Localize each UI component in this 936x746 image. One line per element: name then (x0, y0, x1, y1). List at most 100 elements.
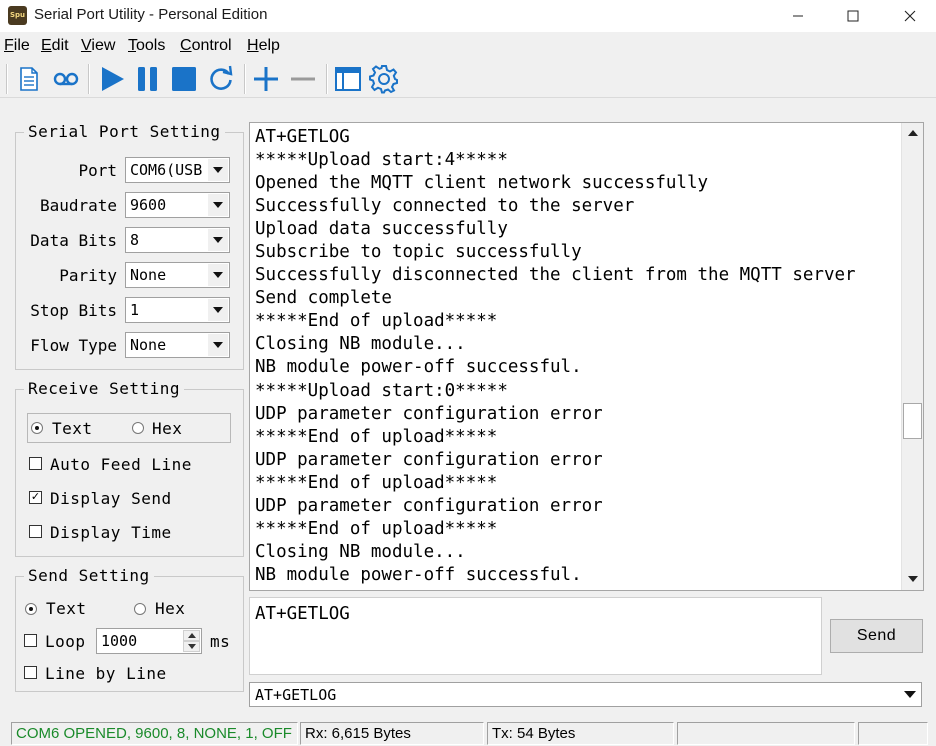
refresh-icon (210, 65, 233, 90)
close-button[interactable] (884, 0, 936, 32)
scroll-thumb[interactable] (903, 403, 922, 439)
loop-checkbox[interactable] (24, 634, 37, 647)
toolbar-separator (88, 64, 90, 94)
stepper-up-icon[interactable] (183, 630, 200, 641)
group-title: Send Setting (24, 566, 154, 585)
menu-edit[interactable]: Edit (41, 37, 69, 55)
stop-bits-select[interactable]: 1 (125, 297, 230, 323)
minus-icon (291, 77, 315, 81)
receive-log-text: AT+GETLOG *****Upload start:4***** Opened … (255, 126, 900, 587)
auto-feed-line-checkbox[interactable] (29, 457, 42, 470)
receive-log-line: UDP parameter configuration error (255, 449, 603, 470)
start-button[interactable] (96, 63, 128, 95)
send-button[interactable]: Send (830, 619, 923, 653)
loop-label[interactable]: Loop (45, 632, 86, 651)
menu-control[interactable]: Control (180, 37, 232, 55)
receive-log-line: NB module power-off successful. (255, 357, 582, 378)
menu-tools[interactable]: Tools (128, 37, 165, 55)
maximize-icon (847, 10, 859, 22)
parity-select[interactable]: None (125, 262, 230, 288)
chevron-down-icon (208, 159, 228, 181)
stop-icon (172, 67, 196, 91)
baudrate-label: Baudrate (39, 196, 117, 215)
receive-log-line: *****End of upload***** (255, 311, 498, 332)
menu-bar: File Edit View Tools Control Help (0, 32, 936, 60)
auto-feed-line-label[interactable]: Auto Feed Line (50, 455, 192, 474)
line-by-line-checkbox[interactable] (24, 666, 37, 679)
pause-button[interactable] (132, 63, 164, 95)
baudrate-select[interactable]: 9600 (125, 192, 230, 218)
add-button[interactable] (250, 63, 282, 95)
chevron-down-icon (208, 299, 228, 321)
display-time-label[interactable]: Display Time (50, 523, 172, 542)
receive-log-line: Send complete (255, 288, 392, 309)
title-bar: Spu Serial Port Utility - Personal Editi… (0, 0, 936, 32)
group-title: Receive Setting (24, 379, 184, 398)
window-title: Serial Port Utility - Personal Edition (34, 6, 268, 23)
status-rx: Rx: 6,615 Bytes (300, 722, 484, 745)
play-icon (102, 67, 124, 91)
window-button[interactable] (332, 63, 364, 95)
loop-unit-label: ms (210, 632, 231, 651)
send-hex-label[interactable]: Hex (155, 599, 185, 618)
receive-text-radio[interactable] (31, 422, 43, 434)
minimize-button[interactable] (772, 0, 824, 32)
receive-hex-radio[interactable] (132, 422, 144, 434)
send-hex-radio[interactable] (134, 603, 146, 615)
menu-help[interactable]: Help (247, 37, 280, 55)
send-text-label[interactable]: Text (46, 599, 87, 618)
port-label: Port (78, 161, 117, 180)
line-by-line-label[interactable]: Line by Line (45, 664, 167, 683)
maximize-button[interactable] (827, 0, 879, 32)
receive-log-line: Successfully disconnected the client fro… (255, 265, 856, 286)
stop-button[interactable] (168, 63, 200, 95)
send-input-text: AT+GETLOG (255, 604, 350, 624)
receive-log-line: *****End of upload***** (255, 518, 498, 539)
receive-log-line: *****Upload start:0***** (255, 380, 508, 401)
remove-button[interactable] (287, 63, 319, 95)
display-send-checkbox[interactable]: ✓ (29, 491, 42, 504)
port-select[interactable]: COM6(USB (125, 157, 230, 183)
send-history-select[interactable]: AT+GETLOG (249, 682, 922, 707)
loop-interval-stepper[interactable]: 1000 (96, 628, 202, 654)
display-time-checkbox[interactable] (29, 525, 42, 538)
data-bits-label: Data Bits (30, 231, 117, 250)
refresh-button[interactable] (205, 63, 237, 95)
status-empty (858, 722, 928, 745)
status-tx: Tx: 54 Bytes (487, 722, 674, 745)
stepper-down-icon[interactable] (183, 641, 200, 652)
data-bits-select[interactable]: 8 (125, 227, 230, 253)
chevron-down-icon (208, 334, 228, 356)
receive-text-label[interactable]: Text (52, 419, 93, 438)
display-send-label[interactable]: Display Send (50, 489, 172, 508)
receive-log-line: Subscribe to topic successfully (255, 242, 582, 263)
receive-hex-label[interactable]: Hex (152, 419, 182, 438)
close-icon (904, 10, 916, 22)
receive-log-scrollbar[interactable] (901, 123, 923, 590)
send-input[interactable]: AT+GETLOG (249, 597, 822, 675)
receive-log-line: AT+GETLOG (255, 127, 350, 147)
toolbar-separator (244, 64, 246, 94)
flow-type-select[interactable]: None (125, 332, 230, 358)
status-empty (677, 722, 855, 745)
status-connection-text: COM6 OPENED, 9600, 8, NONE, 1, OFF (16, 725, 292, 742)
plus-icon (254, 67, 278, 91)
send-text-radio[interactable] (25, 603, 37, 615)
menu-view[interactable]: View (81, 37, 115, 55)
gear-icon (369, 65, 398, 94)
receive-log-line: Successfully connected to the server (255, 196, 635, 217)
receive-log-line: NB module power-off successful. (255, 564, 582, 585)
chevron-down-icon (208, 194, 228, 216)
receive-log[interactable]: AT+GETLOG *****Upload start:4***** Opened … (249, 122, 924, 591)
pause-icon (138, 67, 157, 91)
stop-bits-label: Stop Bits (30, 301, 117, 320)
menu-file[interactable]: File (4, 37, 30, 55)
record-button[interactable] (50, 63, 82, 95)
settings-button[interactable] (368, 63, 400, 95)
scroll-up-icon[interactable] (902, 123, 923, 143)
flow-type-label: Flow Type (30, 336, 117, 355)
scroll-down-icon[interactable] (902, 569, 923, 589)
window-icon (335, 67, 361, 91)
minimize-icon (793, 15, 803, 17)
new-document-button[interactable] (13, 63, 45, 95)
